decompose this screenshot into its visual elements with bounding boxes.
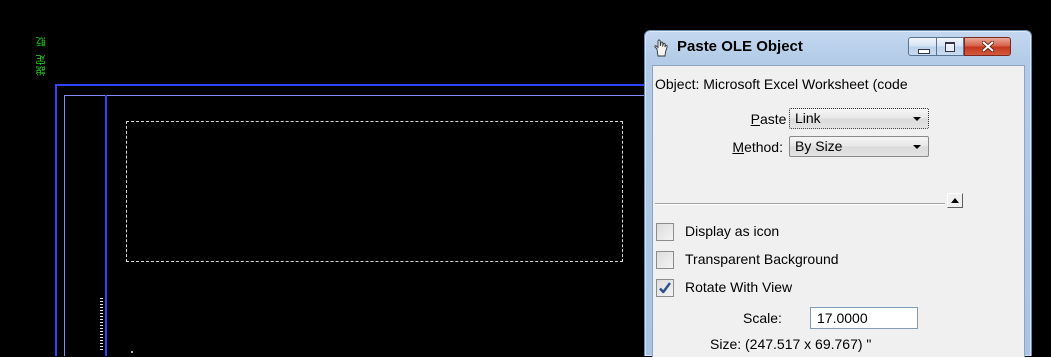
drawing-dot: [131, 351, 133, 353]
display-as-icon-checkbox[interactable]: [656, 223, 674, 241]
frame-line-left-outer: [55, 84, 57, 356]
paste-as-mnemonic: P: [750, 111, 760, 127]
maximize-button[interactable]: [937, 37, 964, 56]
size-readout: Size: (247.517 x 69.767) ": [710, 336, 872, 352]
options-separator: [655, 203, 945, 205]
hand-pointer-icon: [654, 39, 668, 57]
dialog-titlebar[interactable]: Paste OLE Object: [645, 31, 1031, 65]
close-icon: [982, 41, 994, 52]
rotate-with-view-label: Rotate With View: [685, 279, 793, 295]
chevron-down-icon: [913, 145, 921, 149]
frame-line-left-inner: [64, 95, 65, 356]
dialog-title: Paste OLE Object: [677, 38, 803, 55]
transparent-background-checkbox[interactable]: [656, 251, 674, 269]
display-as-icon-label: Display as icon: [685, 223, 780, 239]
method-mnemonic: M: [732, 139, 745, 155]
triangle-up-icon: [951, 198, 959, 203]
checkmark-icon: [659, 282, 671, 294]
ruler-ticks: [100, 298, 103, 352]
close-button[interactable]: [964, 37, 1011, 56]
ole-placement-rectangle[interactable]: [126, 121, 623, 262]
paste-as-dropdown[interactable]: Link: [789, 108, 929, 129]
frame-line-left-third: [105, 95, 107, 356]
scale-label: Scale:: [743, 310, 782, 326]
maximize-icon: [945, 42, 955, 52]
method-label: Method:: [732, 139, 783, 155]
dialog-client-area: Object: Microsoft Excel Worksheet (code …: [652, 65, 1025, 357]
frame-line-top-outer: [55, 84, 644, 86]
paste-as-value: Link: [795, 110, 821, 126]
scale-input[interactable]: 17.0000: [810, 307, 918, 329]
collapse-options-button[interactable]: [947, 193, 963, 208]
method-value: By Size: [795, 138, 843, 154]
method-dropdown[interactable]: By Size: [789, 136, 929, 157]
viewport-vertical-label: 說定 貶: [37, 36, 48, 77]
frame-line-top-inner: [64, 95, 644, 96]
rotate-with-view-checkbox[interactable]: [656, 279, 674, 297]
chevron-down-icon: [913, 117, 921, 121]
minimize-button[interactable]: [908, 37, 937, 56]
minimize-icon: [918, 49, 930, 54]
paste-ole-object-dialog[interactable]: Paste OLE Object Object: Microsoft Excel…: [644, 30, 1032, 357]
object-description: Object: Microsoft Excel Worksheet (code: [655, 76, 908, 92]
transparent-background-label: Transparent Background: [685, 251, 839, 267]
